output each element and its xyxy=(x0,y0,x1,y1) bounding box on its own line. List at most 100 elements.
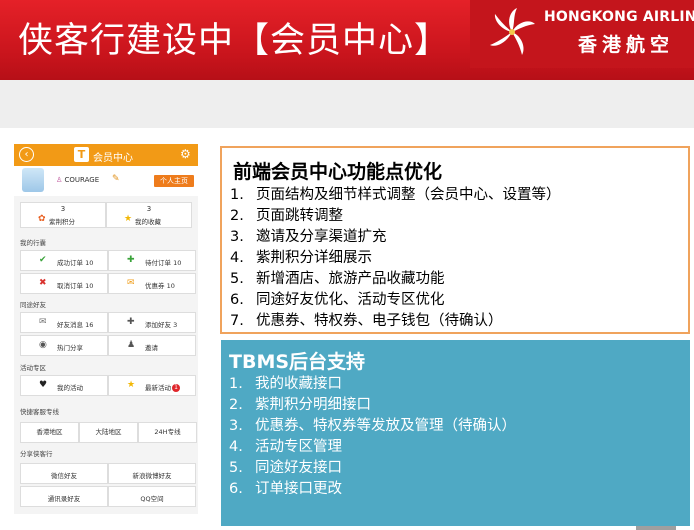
invite-icon: ♟ xyxy=(127,340,136,350)
user-icon: ♙ xyxy=(56,176,65,184)
message-icon: ✉ xyxy=(39,317,47,327)
list-item-pending-orders[interactable]: ✚ 待付订单 10 xyxy=(108,250,196,271)
avatar[interactable] xyxy=(22,168,44,192)
list-item: 3. 优惠券、特权券等发放及管理（待确认） xyxy=(229,418,516,434)
plus-icon: ✚ xyxy=(127,317,135,327)
list-item-text: 订单接口更改 xyxy=(255,481,342,497)
share-contacts-label: 通讯录好友 xyxy=(47,495,81,503)
favorites-stat[interactable]: 3 ★ 我的收藏 xyxy=(106,202,192,228)
share-qzone-label: QQ空间 xyxy=(140,495,164,503)
hongkong-airlines-logo: HONGKONG AIRLINES 香港航空 xyxy=(470,0,694,68)
friend-messages-count: 16 xyxy=(85,321,94,329)
list-item-text: 我的收藏接口 xyxy=(255,376,342,392)
list-item-friend-messages[interactable]: ✉ 好友消息 16 xyxy=(20,312,108,333)
phone-header-title: 会员中心 xyxy=(93,153,133,164)
tbms-list: 1. 我的收藏接口 2. 紫荆积分明细接口 3. 优惠券、特权券等发放及管理（待确认）… xyxy=(229,374,516,500)
points-value: 3 xyxy=(60,205,66,213)
section-trips: 我的行囊 xyxy=(20,239,46,247)
phone-mockup: ‹ T 会员中心 ⚙ ♙ COURAGE ✎ 个人主页 3 ✿ 紫荆积分 3 ★… xyxy=(14,144,198,514)
brand-chinese: 香港航空 xyxy=(578,34,675,56)
my-activity-label: 我的活动 xyxy=(57,384,83,392)
list-item-coupons[interactable]: ✉ 优惠券 10 xyxy=(108,273,196,294)
list-item-latest-activity[interactable]: ★ 最新活动 1 xyxy=(108,375,196,396)
profile-bar: ♙ COURAGE ✎ 个人主页 xyxy=(14,166,198,196)
frontend-title: 前端会员中心功能点优化 xyxy=(233,161,443,183)
heart-icon: ♥ xyxy=(39,380,48,390)
share-qzone[interactable]: QQ空间 xyxy=(108,486,196,507)
list-item-text: 同途好友接口 xyxy=(255,460,342,476)
coupon-icon: ✉ xyxy=(127,278,135,288)
hotline-mainland[interactable]: 大陆地区 xyxy=(79,422,138,443)
hot-share-label: 热门分享 xyxy=(57,344,83,352)
list-item: 6. 同途好友优化、活动专区优化 xyxy=(230,292,445,308)
latest-activity-label: 最新活动 xyxy=(145,384,171,392)
list-item-text: 紫荆积分详细展示 xyxy=(256,250,372,266)
favorites-value: 3 xyxy=(146,205,152,213)
list-item-hot-share[interactable]: ◉ 热门分享 xyxy=(20,335,108,356)
page-title: 侠客行建设中【会员中心】 xyxy=(18,21,451,61)
list-item: 1. 页面结构及细节样式调整（会员中心、设置等） xyxy=(230,187,561,203)
success-orders-label: 成功订单 xyxy=(57,259,83,267)
divider xyxy=(636,526,676,530)
list-item: 5. 新增酒店、旅游产品收藏功能 xyxy=(230,271,445,287)
home-page-button[interactable]: 个人主页 xyxy=(154,175,194,187)
hotline-hongkong[interactable]: 香港地区 xyxy=(20,422,79,443)
list-item-text: 同途好友优化、活动专区优化 xyxy=(256,292,445,308)
list-item: 3. 邀请及分享渠道扩充 xyxy=(230,229,387,245)
list-item-text: 紫荆积分明细接口 xyxy=(255,397,371,413)
brand-english: HONGKONG AIRLINES xyxy=(544,9,694,25)
share-icon: ◉ xyxy=(39,340,47,350)
add-doc-icon: ✚ xyxy=(127,255,135,265)
banner-underlay xyxy=(0,80,694,128)
list-item: 4. 紫荆积分详细展示 xyxy=(230,250,372,266)
list-item-text: 页面跳转调整 xyxy=(256,208,343,224)
list-item: 5. 同途好友接口 xyxy=(229,460,342,476)
add-friend-label: 添加好友 xyxy=(145,321,171,329)
notification-badge: 1 xyxy=(172,384,180,392)
gear-icon[interactable]: ⚙ xyxy=(180,147,191,161)
hotline-24h[interactable]: 24H专线 xyxy=(138,422,197,443)
share-weibo[interactable]: 新浪微博好友 xyxy=(108,463,196,484)
favorites-label: 我的收藏 xyxy=(135,218,161,226)
points-stat[interactable]: 3 ✿ 紫荆积分 xyxy=(20,202,106,228)
coupons-label: 优惠券 xyxy=(145,282,165,290)
cancelled-orders-count: 10 xyxy=(85,282,94,290)
title-banner: 侠客行建设中【会员中心】 HONGKONG AIRLINES 香港航空 xyxy=(0,0,694,80)
back-icon[interactable]: ‹ xyxy=(19,147,34,162)
invite-label: 邀请 xyxy=(145,344,158,352)
section-share: 分享侠客行 xyxy=(20,450,53,458)
tbms-title: TBMS后台支持 xyxy=(229,351,366,373)
username-text: COURAGE xyxy=(64,176,100,184)
list-item-text: 邀请及分享渠道扩充 xyxy=(256,229,387,245)
list-item-text: 新增酒店、旅游产品收藏功能 xyxy=(256,271,445,287)
share-wechat-label: 微信好友 xyxy=(51,472,77,480)
share-contacts[interactable]: 通讯录好友 xyxy=(20,486,108,507)
cancelled-orders-label: 取消订单 xyxy=(57,282,83,290)
friend-messages-label: 好友消息 xyxy=(57,321,83,329)
username: ♙ COURAGE xyxy=(56,176,99,184)
pending-orders-count: 10 xyxy=(173,259,182,267)
list-item-my-activity[interactable]: ♥ 我的活动 xyxy=(20,375,108,396)
star-icon: ★ xyxy=(127,380,136,390)
list-item: 1. 我的收藏接口 xyxy=(229,376,342,392)
bauhinia-icon: ✿ xyxy=(38,214,46,224)
frontend-list: 1. 页面结构及细节样式调整（会员中心、设置等） 2. 页面跳转调整 3. 邀请及分享… xyxy=(230,185,561,332)
section-hotline: 快捷客服专线 xyxy=(20,408,59,416)
list-item-add-friend[interactable]: ✚ 添加好友 3 xyxy=(108,312,196,333)
tbms-panel: TBMS后台支持 1. 我的收藏接口 2. 紫荆积分明细接口 3. 优惠券、特权券等发… xyxy=(221,340,690,526)
list-item-success-orders[interactable]: ✔ 成功订单 10 xyxy=(20,250,108,271)
pending-orders-label: 待付订单 xyxy=(145,259,171,267)
list-item-invite[interactable]: ♟ 邀请 xyxy=(108,335,196,356)
list-item-cancelled-orders[interactable]: ✖ 取消订单 10 xyxy=(20,273,108,294)
success-orders-count: 10 xyxy=(85,259,94,267)
list-item: 4. 活动专区管理 xyxy=(229,439,342,455)
share-wechat[interactable]: 微信好友 xyxy=(20,463,108,484)
coupons-count: 10 xyxy=(166,282,175,290)
list-item-text: 活动专区管理 xyxy=(255,439,342,455)
star-icon: ★ xyxy=(124,214,133,224)
list-item-text: 页面结构及细节样式调整（会员中心、设置等） xyxy=(256,187,561,203)
app-logo-icon: T xyxy=(74,147,89,162)
edit-icon[interactable]: ✎ xyxy=(112,174,120,184)
share-weibo-label: 新浪微博好友 xyxy=(132,472,172,480)
section-friends: 同途好友 xyxy=(20,301,46,309)
